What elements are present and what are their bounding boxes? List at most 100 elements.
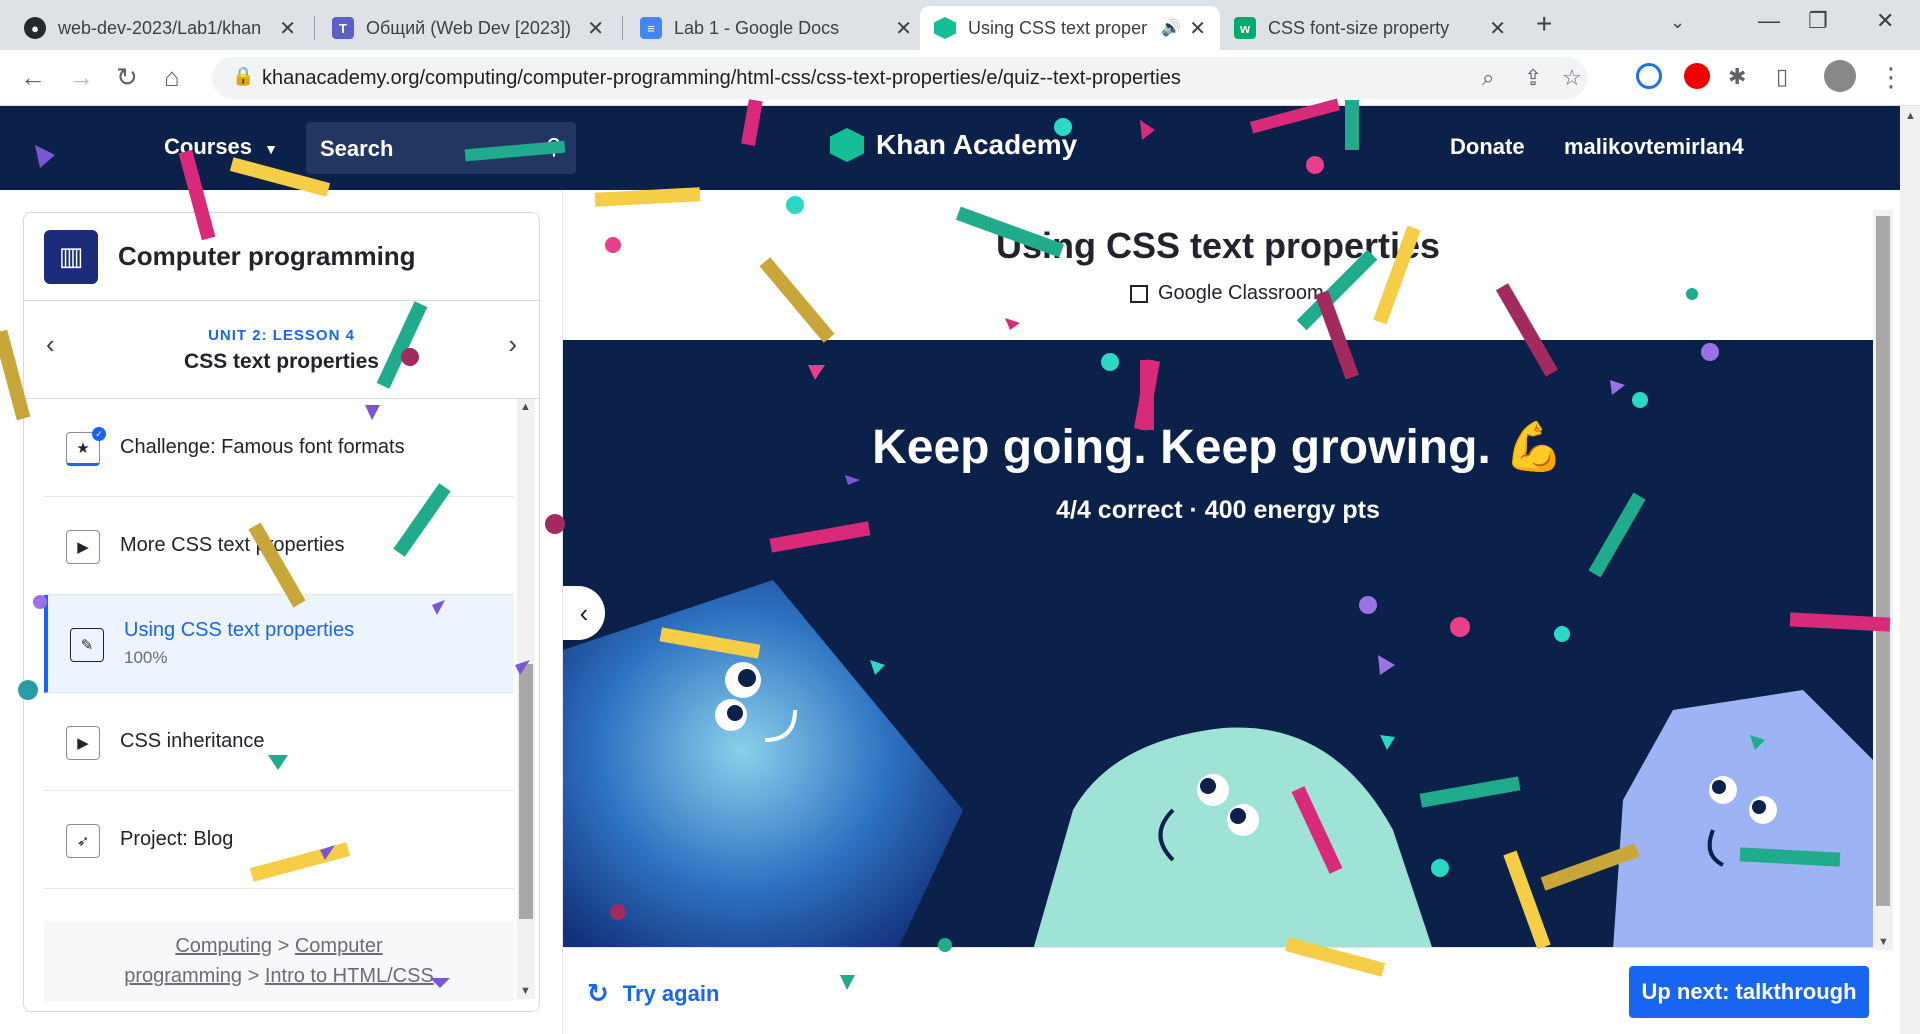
scroll-down-icon[interactable]: ▼: [1878, 936, 1889, 948]
user-menu[interactable]: malikovtemirlan4: [1564, 134, 1744, 160]
google-classroom-button[interactable]: Google Classroom: [1130, 282, 1324, 305]
lesson-item-list: ★ ✓ Challenge: Famous font formats ▶ Mor…: [44, 399, 514, 999]
breadcrumb-link-computer-programming[interactable]: Computer: [295, 935, 383, 957]
khan-logo-icon: [830, 128, 864, 162]
browser-tab-github[interactable]: ● web-dev-2023/Lab1/khan ✕: [10, 6, 310, 50]
courses-menu[interactable]: Courses ▼: [164, 134, 278, 160]
close-tab-icon[interactable]: ✕: [1189, 16, 1206, 41]
tab-title: web-dev-2023/Lab1/khan: [58, 17, 262, 38]
up-next-button[interactable]: Up next: talkthrough: [1629, 966, 1869, 1018]
address-bar[interactable]: 🔒 khanacademy.org/computing/computer-pro…: [212, 57, 1587, 99]
purple-character-illustration: [1613, 690, 1873, 947]
list-item-video[interactable]: ▶ CSS inheritance: [44, 693, 514, 791]
extensions-icon[interactable]: ✱: [1728, 64, 1746, 90]
chevron-right-icon[interactable]: ›: [508, 329, 517, 360]
main-scrollbar[interactable]: ▼: [1873, 210, 1893, 950]
result-panel: Keep going. Keep growing. 💪 4/4 correct …: [563, 340, 1873, 947]
breadcrumb-separator: >: [247, 965, 260, 987]
search-icon: ⚲: [545, 134, 562, 159]
play-icon: ▶: [66, 726, 100, 760]
lesson-sidebar: ▥ Computer programming ‹ UNIT 2: LESSON …: [23, 212, 540, 1012]
zoom-icon[interactable]: ⌕: [1482, 65, 1494, 91]
browser-tab-docs[interactable]: ≡ Lab 1 - Google Docs ✕: [626, 6, 926, 50]
breadcrumb-link-computing[interactable]: Computing: [175, 935, 272, 957]
tab-title: Using CSS text proper: [968, 17, 1148, 38]
restore-icon[interactable]: ❐: [1808, 8, 1828, 34]
green-character-illustration: [1033, 727, 1432, 947]
breadcrumb: Computing > Computer programming > Intro…: [44, 921, 514, 1001]
breadcrumb-link-intro-html-css[interactable]: Intro to HTML/CSS: [265, 965, 434, 987]
scroll-down-icon[interactable]: ▼: [520, 985, 531, 997]
browser-tab-teams[interactable]: T Общий (Web Dev [2023]) ✕: [318, 6, 618, 50]
lesson-navigator: ‹ UNIT 2: LESSON 4 CSS text properties ›: [24, 301, 539, 399]
list-item-video[interactable]: ▶ More CSS text properties: [44, 497, 514, 595]
lesson-title: CSS text properties: [184, 350, 379, 373]
breadcrumb-separator: >: [277, 935, 290, 957]
sidebar-scrollbar[interactable]: ▲ ▼: [517, 399, 535, 999]
donate-link[interactable]: Donate: [1450, 134, 1525, 160]
item-label: Project: Blog: [120, 828, 234, 850]
result-heading: Keep going. Keep growing. 💪: [872, 421, 1564, 474]
khan-icon: [934, 17, 956, 39]
google-classroom-icon: [1130, 284, 1148, 303]
speaker-icon[interactable]: 🔊: [1161, 18, 1181, 38]
list-item-exercise-active[interactable]: ✎ Using CSS text properties 100%: [44, 595, 514, 693]
browser-tab-bar: ● web-dev-2023/Lab1/khan ✕ T Общий (Web …: [0, 0, 1920, 50]
home-icon[interactable]: ⌂: [164, 62, 180, 93]
lock-icon[interactable]: 🔒: [232, 66, 254, 87]
item-label: Using CSS text properties: [124, 619, 355, 641]
try-again-button[interactable]: ↻ Try again: [587, 978, 719, 1009]
browser-tab-khan[interactable]: Using CSS text proper 🔊 ✕: [920, 6, 1220, 50]
new-tab-button[interactable]: +: [1536, 8, 1552, 40]
url-text: khanacademy.org/computing/computer-progr…: [262, 66, 1181, 89]
reload-icon[interactable]: ↻: [116, 62, 138, 93]
browser-toolbar: ← → ↻ ⌂ 🔒 khanacademy.org/computing/comp…: [0, 50, 1920, 106]
close-tab-icon[interactable]: ✕: [895, 16, 912, 41]
list-item-challenge[interactable]: ★ ✓ Challenge: Famous font formats: [44, 399, 514, 497]
scrollbar-thumb[interactable]: [1876, 216, 1890, 906]
caret-down-icon: ▼: [264, 141, 279, 157]
search-label: Search: [320, 136, 394, 161]
menu-icon[interactable]: ⋮: [1878, 62, 1904, 93]
share-icon[interactable]: ⇪: [1524, 65, 1542, 91]
course-header[interactable]: ▥ Computer programming: [24, 213, 539, 301]
close-tab-icon[interactable]: ✕: [587, 16, 604, 41]
google-classroom-label: Google Classroom: [1158, 282, 1324, 304]
adblock-icon[interactable]: [1684, 63, 1710, 89]
scroll-up-icon[interactable]: ▲: [1905, 110, 1916, 122]
khan-academy-logo[interactable]: Khan Academy: [830, 128, 1077, 162]
breadcrumb-link-computer-programming[interactable]: programming: [124, 965, 242, 987]
minimize-icon[interactable]: —: [1758, 8, 1780, 34]
course-title: Computer programming: [118, 241, 416, 271]
logo-text: Khan Academy: [876, 129, 1078, 160]
page-title: Using CSS text properties: [995, 225, 1441, 266]
flexed-biceps-icon: 💪: [1504, 421, 1564, 474]
try-again-label: Try again: [622, 980, 720, 1006]
back-icon[interactable]: ←: [20, 62, 46, 93]
forward-icon[interactable]: →: [68, 62, 94, 93]
tab-search-icon[interactable]: ⌄: [1670, 12, 1685, 33]
side-panel-icon[interactable]: ▯: [1776, 64, 1788, 90]
play-icon: ▶: [66, 530, 100, 564]
blue-character-illustration: [563, 580, 963, 947]
item-label: CSS inheritance: [120, 730, 265, 752]
page-scrollbar[interactable]: ▲: [1900, 106, 1920, 1034]
docs-icon: ≡: [640, 17, 662, 39]
item-label: More CSS text properties: [120, 534, 345, 556]
close-window-icon[interactable]: ✕: [1876, 8, 1894, 34]
bookmark-star-icon[interactable]: ☆: [1562, 65, 1582, 91]
chevron-left-icon[interactable]: ‹: [46, 329, 55, 360]
close-tab-icon[interactable]: ✕: [279, 16, 296, 41]
item-progress: 100%: [124, 648, 168, 667]
scrollbar-thumb[interactable]: [519, 664, 533, 919]
browser-tab-w3schools[interactable]: w CSS font-size property ✕: [1220, 6, 1520, 50]
extension-record-icon[interactable]: [1636, 63, 1662, 89]
tab-title: Lab 1 - Google Docs: [674, 17, 840, 38]
list-item-project[interactable]: ➶ Project: Blog: [44, 791, 514, 889]
close-tab-icon[interactable]: ✕: [1489, 16, 1506, 41]
khan-header: Courses ▼ Search ⚲ Khan Academy Donate m…: [0, 106, 1920, 190]
github-icon: ●: [24, 17, 46, 39]
scroll-up-icon[interactable]: ▲: [520, 401, 531, 413]
profile-avatar[interactable]: [1824, 60, 1856, 92]
search-input[interactable]: Search ⚲: [306, 122, 576, 174]
